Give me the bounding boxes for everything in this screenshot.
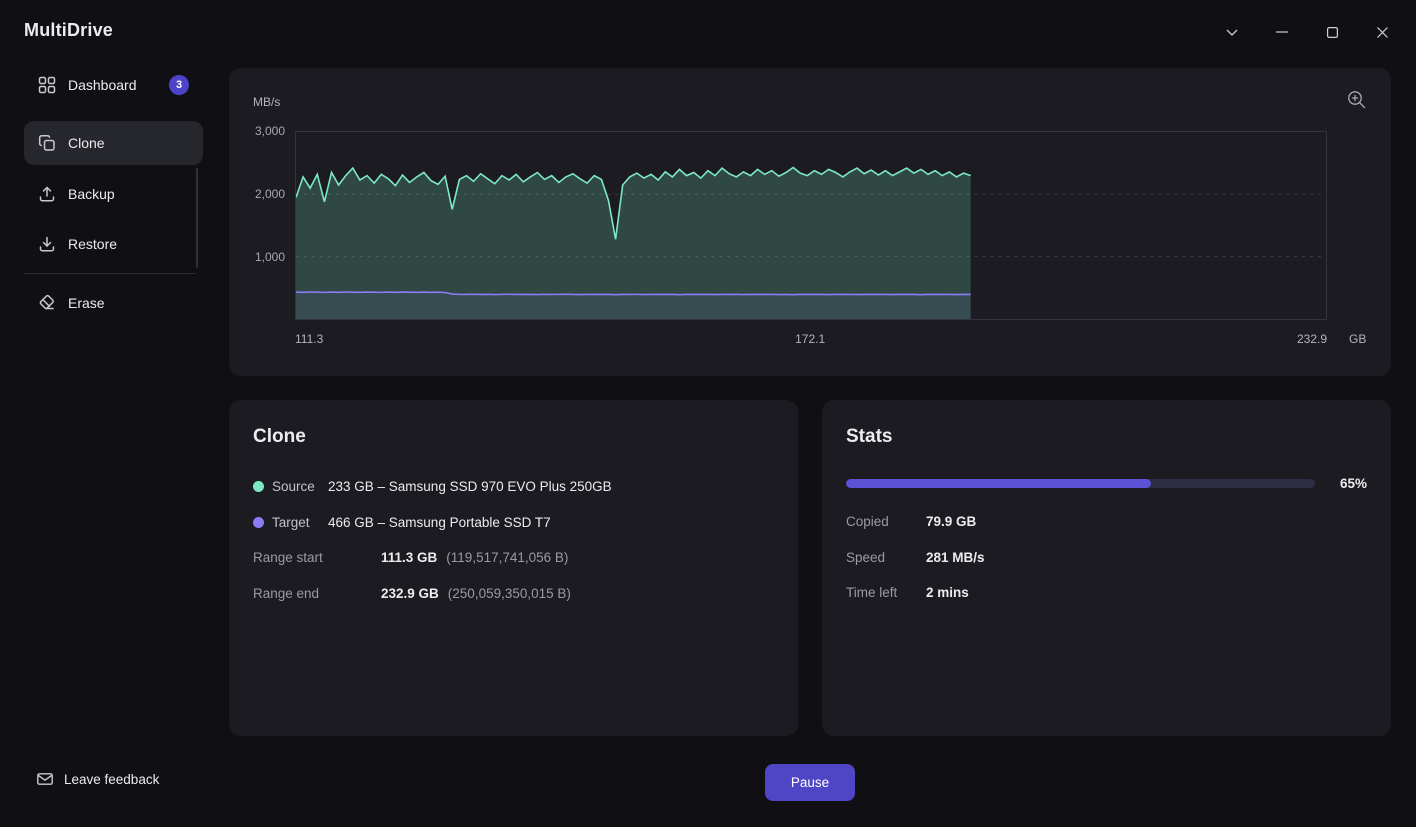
speed-chart-svg bbox=[296, 132, 1326, 319]
sidebar-divider bbox=[24, 273, 196, 274]
source-value: 233 GB – Samsung SSD 970 EVO Plus 250GB bbox=[328, 479, 612, 494]
target-label: Target bbox=[272, 515, 328, 530]
speed-chart-card: MB/s 3,000 2,000 1,000 111.3 172.1 232.9… bbox=[229, 68, 1391, 376]
dashboard-grid-icon bbox=[38, 76, 56, 94]
leave-feedback-label: Leave feedback bbox=[64, 772, 159, 787]
envelope-icon bbox=[36, 770, 54, 788]
sidebar-item-label: Clone bbox=[68, 135, 105, 151]
time-left-row: Time left 2 mins bbox=[846, 575, 1367, 611]
target-color-dot bbox=[253, 517, 264, 528]
x-axis-ticks: 111.3 172.1 232.9 bbox=[295, 332, 1327, 346]
leave-feedback-button[interactable]: Leave feedback bbox=[36, 770, 159, 788]
app-title: MultiDrive bbox=[24, 20, 113, 41]
range-end-row: Range end 232.9 GB (250,059,350,015 B) bbox=[253, 576, 774, 612]
speed-row: Speed 281 MB/s bbox=[846, 540, 1367, 576]
y-tick-2000: 2,000 bbox=[233, 187, 285, 201]
window-maximize-icon[interactable] bbox=[1318, 18, 1346, 46]
copied-row: Copied 79.9 GB bbox=[846, 504, 1367, 540]
range-start-value: 111.3 GB bbox=[381, 550, 437, 565]
speed-value: 281 MB/s bbox=[926, 550, 985, 565]
sidebar-item-restore[interactable]: Restore bbox=[24, 222, 203, 266]
erase-eraser-icon bbox=[38, 294, 56, 312]
zoom-in-magnifier-icon[interactable] bbox=[1345, 89, 1369, 113]
stats-rows: Copied 79.9 GB Speed 281 MB/s Time left … bbox=[846, 504, 1367, 611]
window-minimize-icon[interactable] bbox=[1268, 18, 1296, 46]
y-axis-unit-label: MB/s bbox=[253, 95, 280, 109]
clone-copy-icon bbox=[38, 134, 56, 152]
x-tick-mid: 172.1 bbox=[795, 332, 825, 346]
y-tick-1000: 1,000 bbox=[233, 250, 285, 264]
y-tick-3000: 3,000 bbox=[233, 124, 285, 138]
app-window: MultiDrive Dashboard 3 Clone bbox=[0, 0, 1416, 827]
plot-area bbox=[295, 131, 1327, 320]
source-row: Source 233 GB – Samsung SSD 970 EVO Plus… bbox=[253, 469, 774, 505]
sidebar-item-clone[interactable]: Clone bbox=[24, 121, 203, 165]
speed-label: Speed bbox=[846, 550, 926, 565]
source-label: Source bbox=[272, 479, 328, 494]
window-controls bbox=[1218, 18, 1396, 46]
stats-card: Stats 65% Copied 79.9 GB Speed 281 MB/s … bbox=[822, 400, 1391, 736]
sidebar-item-label: Backup bbox=[68, 186, 115, 202]
range-start-label: Range start bbox=[253, 550, 381, 565]
range-end-label: Range end bbox=[253, 586, 381, 601]
progress-bar-fill bbox=[846, 479, 1151, 488]
range-end-bytes: (250,059,350,015 B) bbox=[448, 586, 571, 601]
sidebar-item-backup[interactable]: Backup bbox=[24, 172, 203, 216]
target-value: 466 GB – Samsung Portable SSD T7 bbox=[328, 515, 551, 530]
x-tick-start: 111.3 bbox=[295, 332, 323, 346]
clone-card: Clone Source 233 GB – Samsung SSD 970 EV… bbox=[229, 400, 798, 736]
x-axis-unit-label: GB bbox=[1349, 332, 1366, 346]
x-tick-end: 232.9 bbox=[1297, 332, 1327, 346]
progress-percent-label: 65% bbox=[1323, 476, 1367, 491]
sidebar-item-erase[interactable]: Erase bbox=[24, 281, 203, 325]
clone-rows: Source 233 GB – Samsung SSD 970 EVO Plus… bbox=[253, 469, 774, 611]
range-start-bytes: (119,517,741,056 B) bbox=[446, 550, 568, 565]
range-start-row: Range start 111.3 GB (119,517,741,056 B) bbox=[253, 540, 774, 576]
stats-card-title: Stats bbox=[846, 426, 892, 448]
progress-row: 65% bbox=[846, 476, 1367, 491]
clone-card-title: Clone bbox=[253, 426, 306, 448]
sidebar-item-dashboard[interactable]: Dashboard 3 bbox=[24, 63, 203, 107]
sidebar-item-label: Erase bbox=[68, 295, 105, 311]
target-row: Target 466 GB – Samsung Portable SSD T7 bbox=[253, 505, 774, 541]
progress-bar-track bbox=[846, 479, 1315, 488]
time-left-label: Time left bbox=[846, 585, 926, 600]
time-left-value: 2 mins bbox=[926, 585, 969, 600]
source-color-dot bbox=[253, 481, 264, 492]
copied-value: 79.9 GB bbox=[926, 514, 976, 529]
sidebar-item-label: Dashboard bbox=[68, 77, 137, 93]
dashboard-badge: 3 bbox=[169, 75, 189, 95]
copied-label: Copied bbox=[846, 514, 926, 529]
range-end-value: 232.9 GB bbox=[381, 586, 439, 601]
window-close-icon[interactable] bbox=[1368, 18, 1396, 46]
backup-upload-icon bbox=[38, 185, 56, 203]
sidebar-item-label: Restore bbox=[68, 236, 117, 252]
pause-button[interactable]: Pause bbox=[765, 764, 855, 801]
restore-download-icon bbox=[38, 235, 56, 253]
window-menu-chevron-down-icon[interactable] bbox=[1218, 18, 1246, 46]
sidebar-scrollbar[interactable] bbox=[196, 168, 198, 268]
